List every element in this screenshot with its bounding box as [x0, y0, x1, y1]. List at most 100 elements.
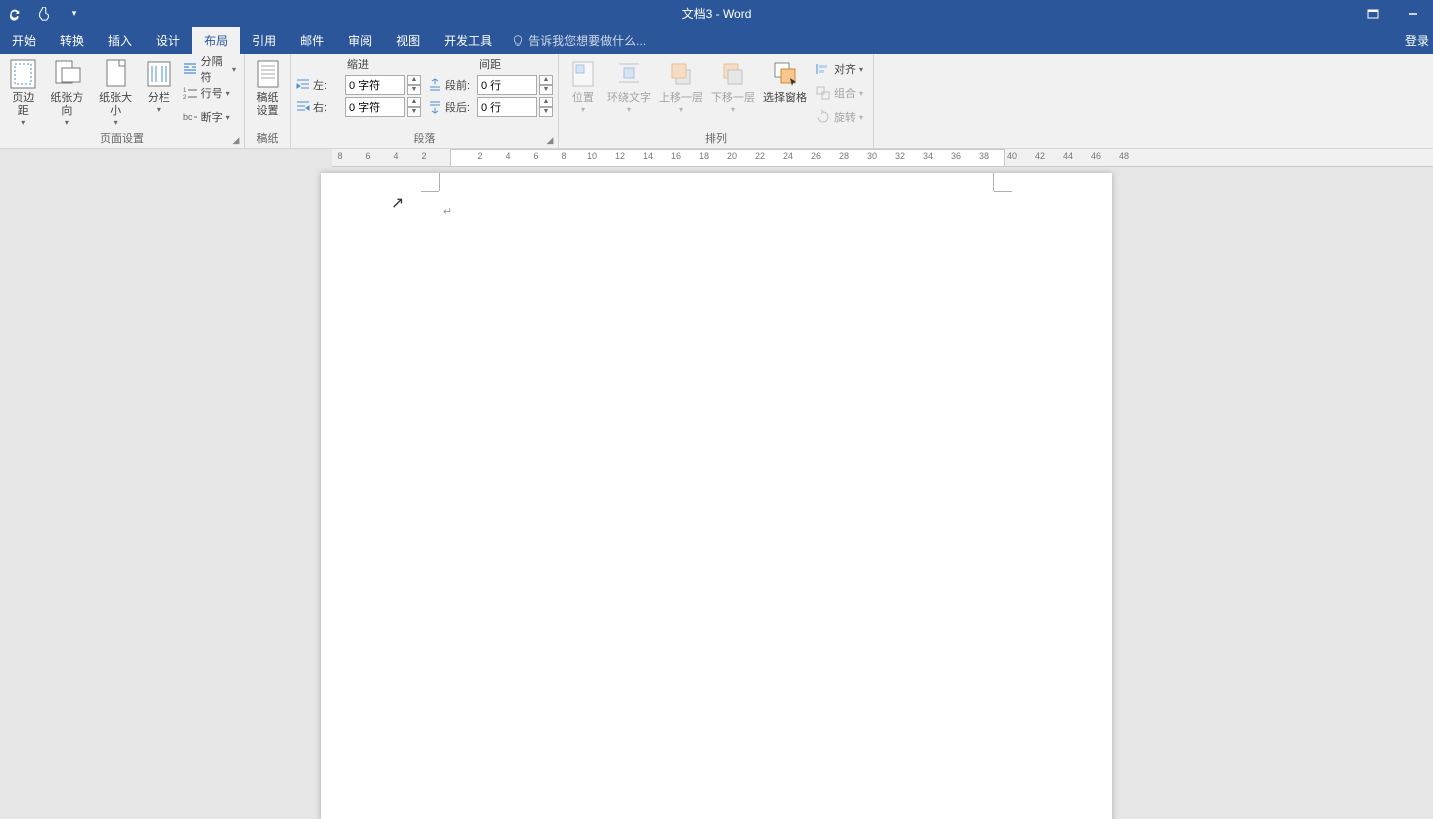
ruler-tick: 34: [923, 151, 933, 161]
align-button[interactable]: 对齐 ▾: [813, 58, 865, 80]
ruler-tick: 6: [365, 151, 370, 161]
lightbulb-icon: [512, 35, 524, 47]
indent-right-row: 右: ▲▼: [295, 96, 421, 118]
ribbon: 页边距 ▾ 纸张方向 ▾ 纸张大小 ▾ 分栏: [0, 54, 1433, 149]
margin-guide: [439, 173, 440, 191]
tab-开发工具[interactable]: 开发工具: [432, 27, 504, 54]
quick-access-toolbar: ▾: [0, 6, 82, 22]
horizontal-ruler[interactable]: 8642246810121416182022242628303234363840…: [332, 149, 1433, 167]
selection-pane-icon: [769, 58, 801, 90]
spacing-before-row: 段前: ▲▼: [427, 74, 553, 96]
ruler-tick: 4: [505, 151, 510, 161]
ruler-tick: 14: [643, 151, 653, 161]
tab-开始[interactable]: 开始: [0, 27, 48, 54]
ruler-tick: 46: [1091, 151, 1101, 161]
tab-插入[interactable]: 插入: [96, 27, 144, 54]
line-numbers-button[interactable]: 12 行号 ▾: [180, 82, 238, 104]
hyphenation-icon: bc: [182, 109, 198, 125]
columns-icon: [143, 58, 175, 90]
rotate-button[interactable]: 旋转 ▾: [813, 106, 865, 128]
spacing-before-icon: [427, 77, 443, 93]
chevron-down-icon: ▾: [226, 89, 230, 98]
spin-up[interactable]: ▲: [407, 97, 421, 107]
qat-customize-icon[interactable]: ▾: [66, 6, 82, 22]
wrap-text-button[interactable]: 环绕文字 ▾: [603, 56, 655, 116]
indent-right-input[interactable]: [345, 97, 405, 117]
spin-up[interactable]: ▲: [539, 75, 553, 85]
hyphenation-button[interactable]: bc 断字 ▾: [180, 106, 238, 128]
selection-pane-button[interactable]: 选择窗格: [759, 56, 811, 107]
chevron-down-icon: ▾: [859, 89, 863, 98]
ruler-tick: 42: [1035, 151, 1045, 161]
spin-down[interactable]: ▼: [539, 107, 553, 117]
ruler-tick: 16: [671, 151, 681, 161]
tab-设计[interactable]: 设计: [144, 27, 192, 54]
svg-text:2: 2: [183, 95, 187, 101]
page-container: ↵ ↖: [0, 167, 1433, 819]
title-bar: ▾ 文档3 - Word: [0, 0, 1433, 27]
breaks-button[interactable]: 分隔符 ▾: [180, 58, 238, 80]
window-title: 文档3 - Word: [682, 5, 752, 22]
chevron-down-icon: ▾: [581, 105, 585, 114]
indent-left-input[interactable]: [345, 75, 405, 95]
ruler-tick: 20: [727, 151, 737, 161]
orientation-icon: [51, 58, 83, 90]
ruler-tick: 10: [587, 151, 597, 161]
manuscript-settings-button[interactable]: 稿纸 设置: [249, 56, 286, 120]
orientation-button[interactable]: 纸张方向 ▾: [43, 56, 92, 129]
spacing-after-input[interactable]: [477, 97, 537, 117]
tell-me-search[interactable]: 告诉我您想要做什么...: [504, 32, 646, 49]
group-objects-button[interactable]: 组合 ▾: [813, 82, 865, 104]
chevron-down-icon: ▾: [21, 118, 25, 127]
page-size-icon: [100, 58, 132, 90]
line-numbers-icon: 12: [182, 85, 198, 101]
tab-布局[interactable]: 布局: [192, 27, 240, 54]
chevron-down-icon: ▾: [859, 65, 863, 74]
spacing-after-row: 段后: ▲▼: [427, 96, 553, 118]
spin-down[interactable]: ▼: [407, 107, 421, 117]
send-backward-icon: [717, 58, 749, 90]
ruler-tick: 48: [1119, 151, 1129, 161]
ruler-tick: 44: [1063, 151, 1073, 161]
tab-转换[interactable]: 转换: [48, 27, 96, 54]
ruler-tick: 24: [783, 151, 793, 161]
spin-down[interactable]: ▼: [407, 85, 421, 95]
ruler-tick: 40: [1007, 151, 1017, 161]
svg-text:bc: bc: [183, 112, 193, 122]
minimize-button[interactable]: [1393, 0, 1433, 27]
send-backward-button[interactable]: 下移一层 ▾: [707, 56, 759, 116]
tab-邮件[interactable]: 邮件: [288, 27, 336, 54]
spacing-before-input[interactable]: [477, 75, 537, 95]
tab-引用[interactable]: 引用: [240, 27, 288, 54]
size-button[interactable]: 纸张大小 ▾: [91, 56, 140, 129]
ribbon-display-icon[interactable]: [1353, 0, 1393, 27]
document-page[interactable]: ↵ ↖: [321, 173, 1112, 819]
tab-审阅[interactable]: 审阅: [336, 27, 384, 54]
ruler-tick: 8: [337, 151, 342, 161]
bring-forward-icon: [665, 58, 697, 90]
paragraph-mark-icon: ↵: [443, 205, 452, 218]
tab-视图[interactable]: 视图: [384, 27, 432, 54]
position-icon: [567, 58, 599, 90]
margin-guide: [993, 173, 994, 191]
bring-forward-button[interactable]: 上移一层 ▾: [655, 56, 707, 116]
page-setup-dialog-launcher[interactable]: ◢: [230, 134, 242, 146]
spin-up[interactable]: ▲: [539, 97, 553, 107]
ruler-tick: 2: [421, 151, 426, 161]
ruler-tick: 8: [561, 151, 566, 161]
margin-guide: [994, 191, 1012, 192]
columns-button[interactable]: 分栏 ▾: [140, 56, 178, 116]
window-controls: [1353, 0, 1433, 27]
spin-up[interactable]: ▲: [407, 75, 421, 85]
sign-in-link[interactable]: 登录: [1405, 32, 1429, 49]
ribbon-tabs: 开始转换插入设计布局引用邮件审阅视图开发工具 告诉我您想要做什么... 登录: [0, 27, 1433, 54]
position-button[interactable]: 位置 ▾: [563, 56, 603, 116]
redo-icon[interactable]: [6, 6, 22, 22]
paragraph-dialog-launcher[interactable]: ◢: [544, 134, 556, 146]
document-area: 8642246810121416182022242628303234363840…: [0, 149, 1433, 819]
breaks-icon: [182, 61, 198, 77]
margins-button[interactable]: 页边距 ▾: [4, 56, 43, 129]
spin-down[interactable]: ▼: [539, 85, 553, 95]
touch-mode-icon[interactable]: [36, 6, 52, 22]
ruler-tick: 2: [477, 151, 482, 161]
